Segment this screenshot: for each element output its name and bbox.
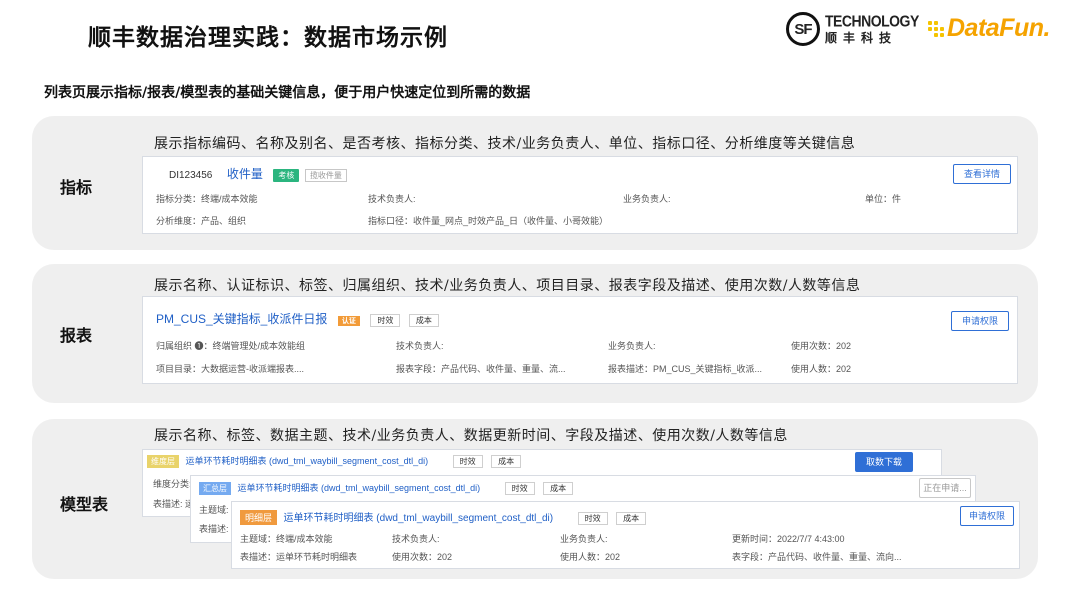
metric-section: 指标 展示指标编码、名称及别名、是否考核、指标分类、技术/业务负责人、单位、指标… [32,116,1038,250]
report-biz-owner: 业务负责人: [608,341,656,351]
metric-caliber: 指标口径：收件量_网点_时效产品_日（收件量、小哥效能） [368,216,609,226]
model-usage-count: 使用次数：202 [392,552,453,562]
model-line: 主题域: [199,505,229,515]
model-card-detail-layer: 明细层 运单环节耗时明细表 (dwd_tml_waybill_segment_c… [231,501,1020,569]
view-details-button[interactable]: 查看详情 [953,164,1011,184]
report-project: 项目目录：大数据运营-收派端报表.... [156,364,304,374]
certified-badge-icon: 认证 [337,316,360,326]
request-permission-button[interactable]: 申请权限 [960,506,1014,526]
sf-logo-cn-text: 顺丰科技 [825,31,898,45]
model-tech-owner: 技术负责人: [392,534,440,544]
metric-unit: 单位：件 [865,194,902,204]
datafun-dots-icon [928,20,944,37]
report-desc: 报表描述：PM_CUS_关键指标_收派... [608,364,763,374]
model-tag: 时效 [577,512,608,525]
model-user-count: 使用人数：202 [560,552,621,562]
sf-logo-mark: SF [786,12,820,46]
layer-tag: 明细层 [240,510,278,525]
datafun-logo: DataFun. [928,14,1050,43]
model-biz-owner: 业务负责人: [560,534,608,544]
metric-section-desc: 展示指标编码、名称及别名、是否考核、指标分类、技术/业务负责人、单位、指标口径、… [154,136,856,152]
model-table-name-link[interactable]: 运单环节耗时明细表 (dwd_tml_waybill_segment_cost_… [186,456,429,466]
report-name-link[interactable]: PM_CUS_关键指标_收派件日报 [156,312,327,326]
metric-biz-owner: 业务负责人: [623,194,671,204]
slide-title: 顺丰数据治理实践：数据市场示例 [88,24,448,51]
model-tag: 时效 [504,482,535,495]
applying-button[interactable]: 正在申请... [919,478,971,498]
report-card: PM_CUS_关键指标_收派件日报 认证 时效 成本 申请权限 归属组织 ❶：终… [142,296,1018,384]
model-tag: 成本 [616,512,647,525]
page-subtitle: 列表页展示指标/报表/模型表的基础关键信息，便于用户快速定位到所需的数据 [44,85,531,101]
report-user-count: 使用人数：202 [791,364,852,374]
metric-name-link[interactable]: 收件量 [227,167,263,181]
model-tag: 成本 [543,482,574,495]
report-fields: 报表字段：产品代码、收件量、重量、流... [396,364,566,374]
model-table-name-link[interactable]: 运单环节耗时明细表 (dwd_tml_waybill_segment_cost_… [238,483,481,493]
datafun-logo-text: DataFun. [947,14,1050,42]
report-tech-owner: 技术负责人: [396,341,444,351]
model-section-desc: 展示名称、标签、数据主题、技术/业务负责人、数据更新时间、字段及描述、使用次数/… [154,428,788,444]
model-fields: 表字段：产品代码、收件量、重量、流向... [732,552,902,562]
sf-logo-en-text: TECHNOLOGY [825,11,919,31]
report-usage-count: 使用次数：202 [791,341,852,351]
metric-dimension: 分析维度：产品、组织 [156,216,247,226]
model-line: 表描述: [199,524,229,534]
report-section-label: 报表 [60,326,93,345]
metric-category: 指标分类：终端/成本效能 [156,194,258,204]
model-line: 维度分类: [153,479,192,489]
sf-technology-logo: SF TECHNOLOGY 顺丰科技 [786,12,919,46]
assess-tag: 考核 [273,169,300,182]
request-permission-button[interactable]: 申请权限 [951,311,1009,331]
model-subject: 主题域：终端/成本效能 [240,534,333,544]
layer-tag: 汇总层 [199,482,231,495]
metric-section-label: 指标 [60,178,93,197]
report-section-desc: 展示名称、认证标识、标签、归属组织、技术/业务负责人、项目目录、报表字段及描述、… [154,278,861,294]
report-org: 归属组织 ❶：终端管理处/成本效能组 [156,341,306,351]
report-section: 报表 展示名称、认证标识、标签、归属组织、技术/业务负责人、项目目录、报表字段及… [32,264,1038,403]
model-tag: 成本 [491,455,522,468]
model-section: 模型表 展示名称、标签、数据主题、技术/业务负责人、数据更新时间、字段及描述、使… [32,419,1038,579]
metric-alias-tag: 揽收件量 [304,169,347,182]
report-tag: 时效 [370,314,401,327]
model-update-time: 更新时间：2022/7/7 4:43:00 [732,534,845,544]
model-table-name-link[interactable]: 运单环节耗时明细表 (dwd_tml_waybill_segment_cost_… [284,513,554,524]
metric-code: DI123456 [169,170,213,181]
model-table-desc: 表描述：运单环节耗时明细表 [240,552,358,562]
report-tag: 成本 [408,314,439,327]
layer-tag: 维度层 [147,455,179,468]
model-tag: 时效 [452,455,483,468]
model-section-label: 模型表 [60,495,109,514]
model-line: 表描述: 运 [153,499,195,509]
download-data-button[interactable]: 取数下载 [855,452,913,472]
metric-card: DI123456 收件量 考核 揽收件量 查看详情 指标分类：终端/成本效能 技… [142,156,1018,234]
metric-tech-owner: 技术负责人: [368,194,416,204]
